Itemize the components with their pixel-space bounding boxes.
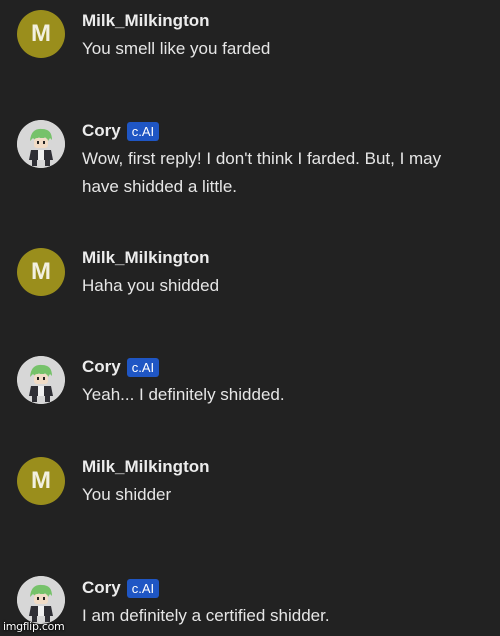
message-text: You smell like you farded [82,39,271,58]
user-avatar[interactable]: M [17,248,65,296]
message-text: I am definitely a certified shidder. [82,606,330,625]
author-name[interactable]: Milk_Milkington [82,11,210,31]
bot-avatar-icon[interactable] [17,120,65,168]
watermark: imgflip.com [3,620,65,633]
chat-log: M Milk_Milkington You smell like you far… [0,0,500,636]
message-text: You shidder [82,485,172,504]
author-name[interactable]: Cory [82,357,121,377]
bot-avatar-icon[interactable] [17,576,65,624]
author-name[interactable]: Cory [82,578,121,598]
ai-badge: c.AI [126,121,160,141]
user-avatar[interactable]: M [17,10,65,58]
author-name[interactable]: Cory [82,121,121,141]
message-text: Yeah... I definitely shidded. [82,385,285,404]
ai-badge: c.AI [126,578,160,598]
author-name[interactable]: Milk_Milkington [82,457,210,477]
bot-avatar-icon[interactable] [17,356,65,404]
user-avatar[interactable]: M [17,457,65,505]
message-text: Wow, first reply! I don't think I farded… [82,149,442,196]
message-text: Haha you shidded [82,276,220,295]
author-name[interactable]: Milk_Milkington [82,248,210,268]
ai-badge: c.AI [126,357,160,377]
